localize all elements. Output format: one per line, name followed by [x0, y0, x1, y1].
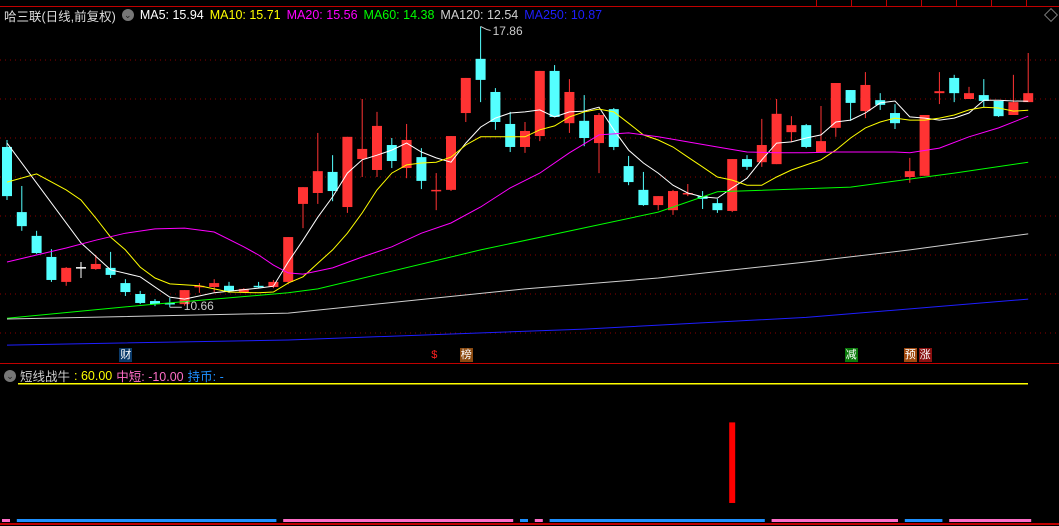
indicator-value-2: 中短: -10.00 [116, 370, 184, 384]
indicator-value-3: 持币: - [187, 370, 224, 384]
ma20-line [6, 115, 1029, 275]
candle-body [845, 90, 856, 103]
state-segment [16, 519, 277, 522]
indicator-name[interactable]: 短线战牛 [20, 366, 70, 385]
candle-body [135, 294, 146, 303]
event-marker-forecast[interactable]: 预 [903, 348, 917, 362]
candle-body [475, 58, 486, 80]
candle-body [712, 203, 723, 211]
candle-body [31, 235, 42, 254]
candle-body [372, 125, 382, 170]
indicator-header: ⌄ 短线战牛 : 60.00 中短: -10.00 持币: - [4, 366, 224, 385]
high-price-label: 17.86 [492, 24, 523, 39]
candle-body [253, 285, 264, 288]
candle-body [2, 146, 12, 197]
state-segment [283, 519, 514, 522]
candle-body [964, 93, 974, 99]
candle-body [460, 77, 471, 114]
candle-body [786, 125, 797, 133]
bottom-border [0, 523, 1059, 525]
candle-body [120, 283, 131, 293]
ma250-line [6, 298, 1029, 346]
panel-divider [0, 363, 1059, 364]
state-segment [520, 519, 528, 522]
ma120-line [6, 233, 1029, 320]
candle-body [1008, 102, 1019, 115]
state-segment [949, 519, 1032, 522]
candle-body [638, 189, 649, 206]
candle-body [16, 212, 27, 227]
candle-body [801, 125, 812, 147]
candle-body [949, 77, 960, 94]
candle-body [312, 171, 323, 193]
low-price-label: 10.66 [183, 299, 214, 314]
candle-body [904, 171, 915, 177]
candle-body [342, 136, 353, 208]
candle-body [105, 267, 116, 275]
candle-body [490, 91, 501, 123]
ma5-line [6, 99, 1029, 300]
candle-body [283, 237, 294, 282]
candle-body [298, 187, 308, 204]
candle-body [505, 123, 516, 147]
ma60-line [6, 161, 1029, 319]
candle-body [416, 157, 427, 181]
candle-body [534, 70, 545, 137]
state-segment [904, 519, 943, 522]
candle-body [357, 148, 368, 160]
candlestick-chart[interactable] [0, 0, 1059, 526]
candle-body [61, 267, 72, 282]
candle-body [46, 256, 57, 280]
candle-body [401, 139, 412, 169]
candle-body [860, 84, 871, 112]
state-segment [771, 519, 898, 522]
candle-body [90, 263, 101, 270]
candle-body [209, 283, 220, 287]
candle-body [431, 189, 442, 192]
candle-body [727, 159, 738, 211]
event-marker-reduce[interactable]: 减 [844, 348, 858, 362]
state-segment [2, 519, 10, 522]
candle-body [742, 159, 752, 167]
candle-body [327, 171, 338, 192]
candle-body [446, 136, 456, 190]
candle-body [934, 91, 945, 94]
high-arrow [480, 26, 491, 31]
state-segment [549, 519, 765, 522]
signal-bar [729, 422, 736, 503]
candle-body [549, 70, 560, 117]
event-marker-finance[interactable]: 财 [119, 348, 133, 362]
chevron-down-icon[interactable]: ⌄ [4, 369, 16, 382]
event-marker-rise[interactable]: 涨 [918, 348, 932, 362]
candle-body [623, 166, 634, 183]
event-marker-ranking[interactable]: 榜 [459, 348, 473, 362]
candle-body [594, 114, 604, 144]
candle-body [653, 196, 664, 206]
candle-body [76, 267, 86, 269]
candle-body [771, 113, 782, 165]
ma10-line [6, 106, 1029, 294]
candle-body [816, 141, 826, 153]
candle-body [520, 130, 530, 147]
event-marker-dollar[interactable]: $ [430, 348, 438, 362]
candle-body [919, 114, 930, 176]
candle-body [579, 120, 590, 138]
candle-body [224, 285, 234, 291]
state-segment [534, 519, 543, 522]
candle-body [386, 145, 397, 162]
indicator-value-1: : 60.00 [74, 368, 113, 383]
